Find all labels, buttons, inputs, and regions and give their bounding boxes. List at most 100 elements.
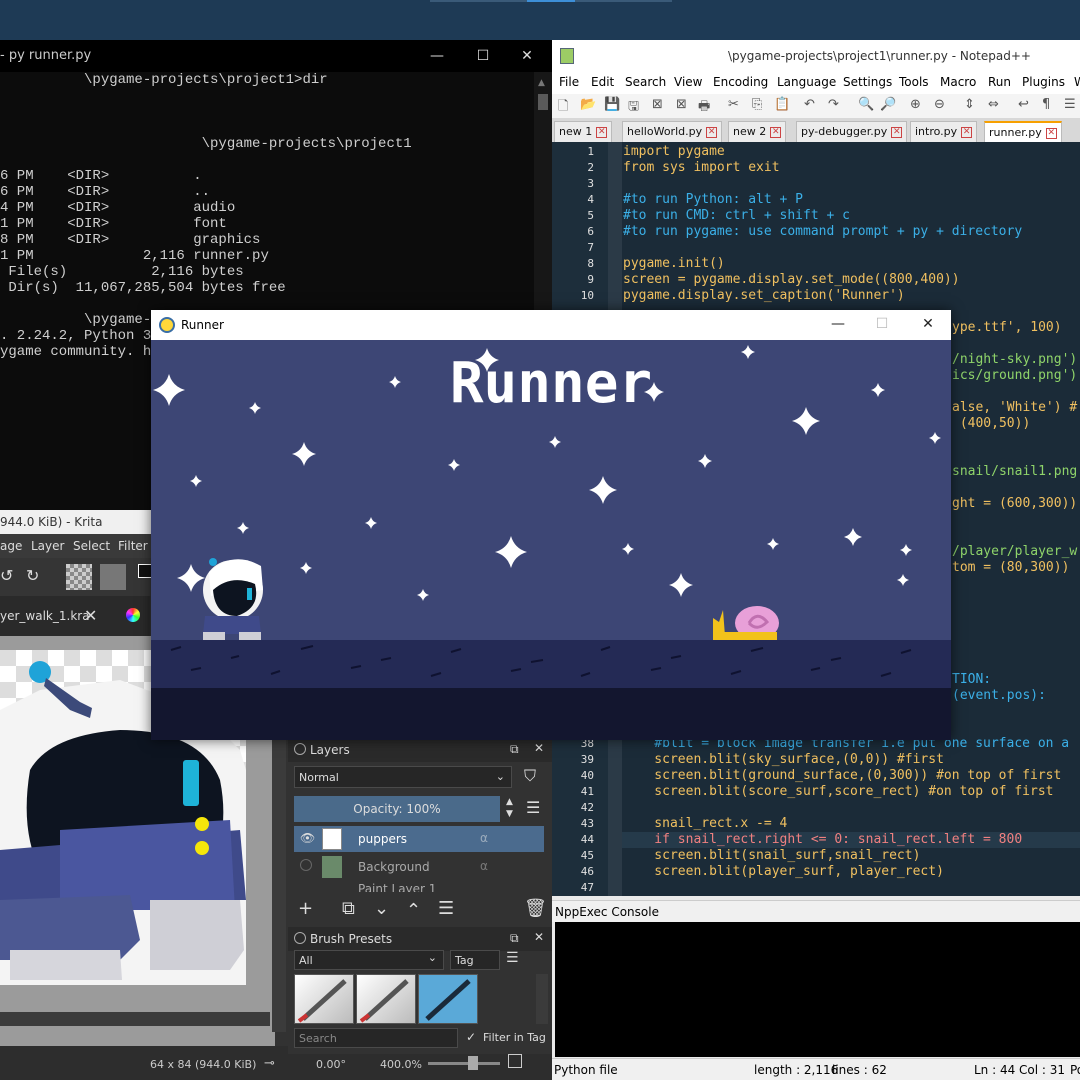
move-down-icon[interactable]: ⌄ — [374, 898, 389, 919]
replace-icon[interactable]: 🔎 — [880, 97, 896, 112]
brush-search-input[interactable]: Search — [294, 1028, 458, 1048]
undo-icon[interactable]: ↶ — [804, 97, 815, 112]
brush-preset[interactable] — [356, 974, 416, 1024]
alpha-lock-icon[interactable]: α — [480, 831, 488, 845]
canvas-only-icon[interactable] — [508, 1054, 522, 1068]
close-icon[interactable]: ✕ — [770, 127, 782, 138]
layer-properties-icon[interactable]: ☰ — [438, 898, 454, 919]
gradient-swatch[interactable] — [100, 564, 126, 590]
menu-image[interactable]: age — [0, 539, 22, 553]
menu-layer[interactable]: Layer — [31, 539, 64, 553]
title-bar[interactable]: \pygame-projects\project1\runner.py - No… — [552, 40, 1080, 72]
duplicate-layer-icon[interactable]: ⧉ — [342, 898, 355, 919]
lock-icon[interactable] — [294, 932, 306, 944]
maximize-button[interactable]: ☐ — [859, 310, 905, 340]
menu-search[interactable]: Search — [625, 75, 666, 89]
menu-encoding[interactable]: Encoding — [713, 75, 768, 89]
blend-mode-select[interactable]: Normal ⌄ — [294, 766, 512, 788]
open-file-icon[interactable]: 📂 — [580, 97, 596, 112]
minimize-button[interactable]: — — [414, 40, 460, 72]
close-icon[interactable]: ✕ — [706, 127, 718, 138]
show-all-characters-icon[interactable]: ¶ — [1042, 97, 1050, 112]
menu-plugins[interactable]: Plugins — [1022, 75, 1065, 89]
menu-icon[interactable]: ☰ — [506, 950, 519, 966]
print-icon[interactable]: 🖶 — [698, 97, 710, 119]
brush-scrollbar[interactable] — [536, 974, 548, 1024]
save-all-icon[interactable]: 🖫 — [628, 97, 639, 119]
document-tab[interactable]: yer_walk_1.kra — [0, 609, 90, 623]
close-all-icon[interactable]: ⊠ — [676, 97, 687, 112]
close-icon[interactable]: ✕ — [534, 930, 544, 944]
menu-filter[interactable]: Filter — [118, 539, 148, 553]
brush-preset[interactable] — [294, 974, 354, 1024]
minimize-button[interactable]: — — [815, 310, 861, 340]
float-docker-icon[interactable]: ⧉ — [510, 931, 519, 946]
close-icon[interactable]: ✕ — [84, 606, 97, 625]
layer-row[interactable]: Background α — [294, 854, 544, 880]
menu-window[interactable]: W — [1074, 75, 1080, 89]
eye-icon[interactable]: 👁 — [300, 831, 315, 845]
layer-row[interactable]: Paint Layer 1 — [294, 882, 544, 892]
delete-layer-icon[interactable]: 🗑 — [524, 898, 547, 919]
copy-icon[interactable]: ⎘ — [752, 97, 762, 112]
brush-preset-selected[interactable] — [418, 974, 478, 1024]
add-layer-icon[interactable]: + — [298, 898, 313, 919]
filter-icon[interactable]: ⛉ — [524, 766, 536, 786]
float-docker-icon[interactable]: ⧉ — [510, 742, 519, 757]
alpha-lock-icon[interactable]: α — [480, 859, 488, 873]
zoom-slider-handle[interactable] — [468, 1056, 478, 1070]
sync-vertical-icon[interactable]: ⇕ — [964, 97, 975, 112]
zoom-slider[interactable] — [428, 1062, 500, 1065]
zoom-out-icon[interactable]: ⊖ — [934, 97, 945, 112]
paste-icon[interactable]: 📋 — [774, 97, 790, 112]
runner-game-window[interactable]: Runner — ☐ ✕ Runner — [151, 310, 951, 740]
menu-tools[interactable]: Tools — [899, 75, 929, 89]
redo-icon[interactable]: ↻ — [26, 566, 39, 585]
sync-horizontal-icon[interactable]: ⇔ — [988, 97, 999, 112]
tab-runner[interactable]: runner.py ✕ — [984, 121, 1062, 142]
close-icon[interactable]: ✕ — [596, 127, 608, 138]
close-button[interactable]: ✕ — [905, 310, 951, 340]
menu-select[interactable]: Select — [73, 539, 110, 553]
tab-new-2[interactable]: new 2 ✕ — [728, 121, 787, 142]
foreground-color-swatch[interactable] — [138, 564, 152, 578]
pattern-swatch[interactable] — [66, 564, 92, 590]
zoom-in-icon[interactable]: ⊕ — [910, 97, 921, 112]
close-icon[interactable]: ⊠ — [652, 97, 663, 112]
close-button[interactable]: ✕ — [504, 40, 550, 72]
menu-file[interactable]: File — [559, 75, 579, 89]
tab-helloworld[interactable]: helloWorld.py ✕ — [622, 121, 723, 142]
lock-icon[interactable] — [294, 743, 306, 755]
checkbox-checked-icon[interactable]: ✓ — [466, 1030, 476, 1044]
color-wheel-icon[interactable] — [126, 608, 140, 622]
indent-guide-icon[interactable]: ☰ — [1064, 97, 1076, 112]
nppexec-console[interactable] — [555, 922, 1080, 1057]
close-icon[interactable]: ✕ — [534, 741, 544, 755]
menu-icon[interactable]: ☰ — [526, 798, 540, 817]
opacity-slider[interactable]: Opacity: 100% — [294, 796, 500, 822]
tab-new-1[interactable]: new 1 ✕ — [554, 121, 613, 142]
tab-intro[interactable]: intro.py ✕ — [910, 121, 978, 142]
menu-edit[interactable]: Edit — [591, 75, 614, 89]
menu-run[interactable]: Run — [988, 75, 1011, 89]
undo-icon[interactable]: ↺ — [0, 566, 13, 585]
maximize-button[interactable]: ☐ — [460, 40, 506, 72]
close-icon[interactable]: ✕ — [1045, 128, 1057, 139]
layer-row[interactable]: 👁 puppers α — [294, 826, 544, 852]
brush-tag-select[interactable]: All ⌄ — [294, 950, 444, 970]
close-icon[interactable]: ✕ — [961, 127, 973, 138]
redo-icon[interactable]: ↷ — [828, 97, 839, 112]
tag-button[interactable]: Tag — [450, 950, 500, 970]
visibility-off-icon[interactable] — [300, 859, 312, 871]
cut-icon[interactable]: ✂ — [728, 97, 739, 112]
new-file-icon[interactable]: 🗋 — [558, 97, 568, 119]
move-up-icon[interactable]: ⌃ — [406, 900, 421, 921]
scroll-thumb[interactable] — [538, 94, 548, 110]
find-icon[interactable]: 🔍 — [858, 97, 874, 112]
word-wrap-icon[interactable]: ↩ — [1018, 97, 1029, 112]
title-bar[interactable]: Runner — ☐ ✕ — [151, 310, 951, 340]
title-bar[interactable]: - py runner.py — ☐ ✕ — [0, 40, 552, 72]
rotate-icon[interactable]: ⊸ — [264, 1056, 275, 1071]
menu-settings[interactable]: Settings — [843, 75, 892, 89]
game-canvas[interactable]: Runner — [151, 340, 951, 740]
